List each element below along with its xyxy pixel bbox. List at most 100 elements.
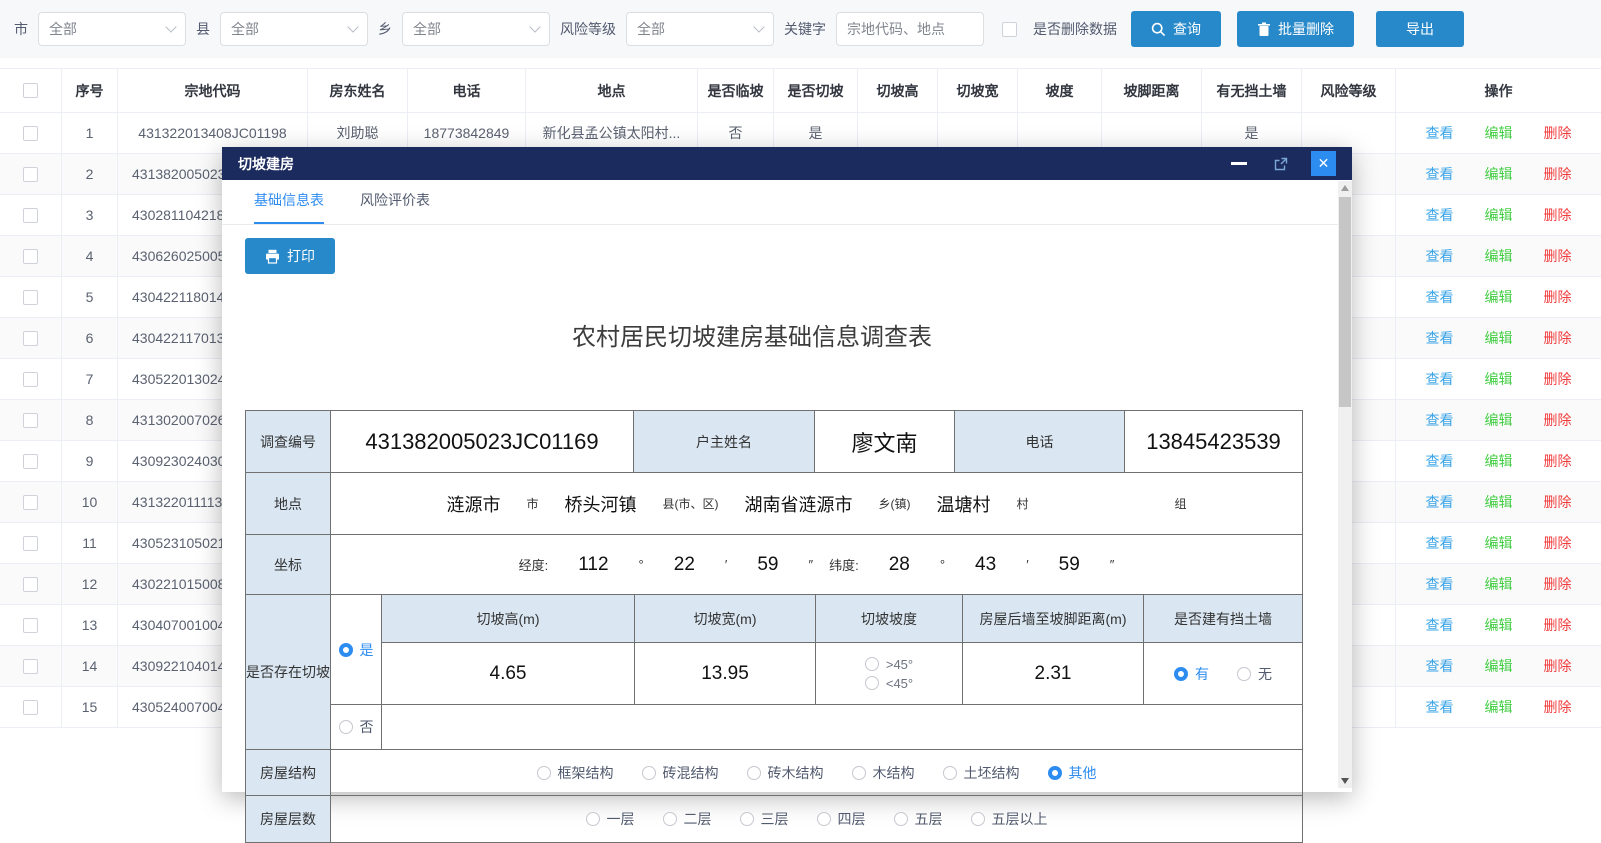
risk-level-select[interactable]: 全部 [626, 12, 774, 46]
row-checkbox[interactable] [23, 331, 38, 346]
wall-yes-radio[interactable]: 有 [1174, 664, 1209, 684]
tab-basic-info[interactable]: 基础信息表 [254, 190, 324, 224]
radio-option[interactable]: 砖混结构 [642, 763, 719, 783]
view-link[interactable]: 查看 [1426, 123, 1454, 143]
delete-link[interactable]: 删除 [1544, 369, 1572, 389]
view-link[interactable]: 查看 [1426, 205, 1454, 225]
row-checkbox[interactable] [23, 372, 38, 387]
row-checkbox[interactable] [23, 700, 38, 715]
radio-option[interactable]: 一层 [586, 809, 635, 829]
batch-delete-button[interactable]: 批量删除 [1237, 11, 1354, 47]
dialog-scrollbar[interactable] [1338, 181, 1352, 788]
print-button[interactable]: 打印 [245, 238, 335, 274]
delete-link[interactable]: 删除 [1544, 205, 1572, 225]
deleted-data-checkbox[interactable] [1002, 22, 1017, 37]
row-checkbox[interactable] [23, 536, 38, 551]
row-checkbox[interactable] [23, 167, 38, 182]
row-checkbox[interactable] [23, 659, 38, 674]
radio-option[interactable]: 其他 [1048, 763, 1097, 783]
row-checkbox[interactable] [23, 208, 38, 223]
row-checkbox[interactable] [23, 454, 38, 469]
edit-link[interactable]: 编辑 [1485, 410, 1513, 430]
delete-link[interactable]: 删除 [1544, 287, 1572, 307]
printer-icon [265, 249, 280, 264]
edit-link[interactable]: 编辑 [1485, 574, 1513, 594]
row-checkbox[interactable] [23, 290, 38, 305]
edit-link[interactable]: 编辑 [1485, 615, 1513, 635]
view-link[interactable]: 查看 [1426, 328, 1454, 348]
view-link[interactable]: 查看 [1426, 287, 1454, 307]
delete-link[interactable]: 删除 [1544, 246, 1572, 266]
edit-link[interactable]: 编辑 [1485, 492, 1513, 512]
view-link[interactable]: 查看 [1426, 410, 1454, 430]
row-checkbox[interactable] [23, 126, 38, 141]
delete-link[interactable]: 删除 [1544, 328, 1572, 348]
export-button[interactable]: 导出 [1376, 11, 1464, 47]
edit-link[interactable]: 编辑 [1485, 328, 1513, 348]
delete-link[interactable]: 删除 [1544, 410, 1572, 430]
view-link[interactable]: 查看 [1426, 164, 1454, 184]
delete-link[interactable]: 删除 [1544, 656, 1572, 676]
view-link[interactable]: 查看 [1426, 615, 1454, 635]
radio-option[interactable]: 框架结构 [537, 763, 614, 783]
view-link[interactable]: 查看 [1426, 697, 1454, 717]
row-checkbox[interactable] [23, 495, 38, 510]
delete-link[interactable]: 删除 [1544, 615, 1572, 635]
view-link[interactable]: 查看 [1426, 492, 1454, 512]
delete-link[interactable]: 删除 [1544, 451, 1572, 471]
slope-lt45-radio[interactable]: <45° [865, 676, 913, 691]
row-checkbox[interactable] [23, 413, 38, 428]
radio-option[interactable]: 三层 [740, 809, 789, 829]
edit-link[interactable]: 编辑 [1485, 656, 1513, 676]
scroll-up-icon[interactable] [1341, 185, 1349, 191]
radio-option[interactable]: 土坯结构 [943, 763, 1020, 783]
edit-link[interactable]: 编辑 [1485, 369, 1513, 389]
view-link[interactable]: 查看 [1426, 369, 1454, 389]
edit-link[interactable]: 编辑 [1485, 287, 1513, 307]
query-button[interactable]: 查询 [1131, 11, 1221, 47]
edit-link[interactable]: 编辑 [1485, 697, 1513, 717]
delete-link[interactable]: 删除 [1544, 574, 1572, 594]
radio-option[interactable]: 砖木结构 [747, 763, 824, 783]
scrollbar-thumb[interactable] [1339, 197, 1351, 407]
edit-link[interactable]: 编辑 [1485, 164, 1513, 184]
view-link[interactable]: 查看 [1426, 533, 1454, 553]
maximize-icon[interactable] [1273, 156, 1289, 172]
minimize-icon[interactable] [1231, 162, 1247, 165]
view-link[interactable]: 查看 [1426, 451, 1454, 471]
scroll-down-icon[interactable] [1341, 778, 1349, 784]
wall-no-radio[interactable]: 无 [1237, 664, 1272, 684]
row-checkbox[interactable] [23, 249, 38, 264]
row-checkbox[interactable] [23, 577, 38, 592]
view-link[interactable]: 查看 [1426, 656, 1454, 676]
row-checkbox[interactable] [23, 618, 38, 633]
radio-option[interactable]: 二层 [663, 809, 712, 829]
tab-risk-eval[interactable]: 风险评价表 [360, 190, 430, 224]
view-link[interactable]: 查看 [1426, 574, 1454, 594]
coord-label: 坐标 [246, 535, 331, 594]
delete-link[interactable]: 删除 [1544, 123, 1572, 143]
radio-option[interactable]: 四层 [817, 809, 866, 829]
city-select[interactable]: 全部 [38, 12, 186, 46]
delete-link[interactable]: 删除 [1544, 164, 1572, 184]
delete-link[interactable]: 删除 [1544, 697, 1572, 717]
county-select[interactable]: 全部 [220, 12, 368, 46]
radio-option[interactable]: 五层 [894, 809, 943, 829]
close-icon[interactable]: ✕ [1311, 151, 1336, 176]
township-select[interactable]: 全部 [402, 12, 550, 46]
radio-option[interactable]: 木结构 [852, 763, 915, 783]
edit-link[interactable]: 编辑 [1485, 205, 1513, 225]
view-link[interactable]: 查看 [1426, 246, 1454, 266]
keyword-input[interactable]: 宗地代码、地点 [836, 12, 984, 46]
delete-link[interactable]: 删除 [1544, 492, 1572, 512]
slope-gt45-radio[interactable]: >45° [865, 657, 913, 672]
edit-link[interactable]: 编辑 [1485, 123, 1513, 143]
select-all-checkbox[interactable] [23, 83, 38, 98]
qiepo-no-radio[interactable]: 否 [339, 717, 374, 737]
qiepo-yes-radio[interactable]: 是 [339, 640, 374, 660]
delete-link[interactable]: 删除 [1544, 533, 1572, 553]
radio-option[interactable]: 五层以上 [971, 809, 1048, 829]
edit-link[interactable]: 编辑 [1485, 451, 1513, 471]
edit-link[interactable]: 编辑 [1485, 533, 1513, 553]
edit-link[interactable]: 编辑 [1485, 246, 1513, 266]
